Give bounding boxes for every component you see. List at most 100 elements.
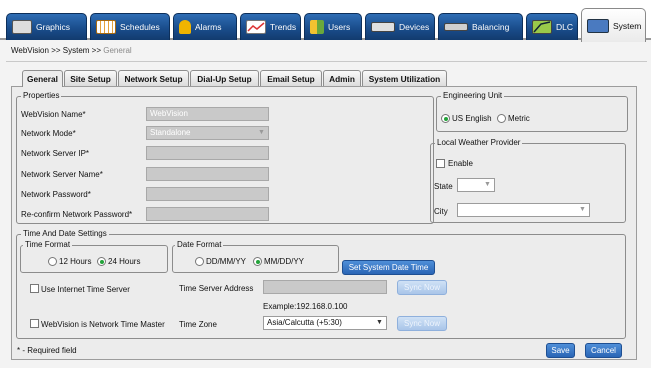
mmddyy-label: MM/DD/YY <box>264 257 304 266</box>
chevron-down-icon: ▼ <box>376 319 383 326</box>
24-hours-radio[interactable] <box>97 257 106 266</box>
tab-dlc[interactable]: DLC <box>526 13 578 40</box>
subtab-dialup-setup[interactable]: Dial-Up Setup <box>190 70 259 86</box>
tab-label: Graphics <box>36 22 71 32</box>
tab-users[interactable]: Users <box>304 13 362 40</box>
use-internet-time-label: Use Internet Time Server <box>41 285 130 294</box>
subtab-email-setup[interactable]: Email Setup <box>260 70 322 86</box>
tab-label: Trends <box>270 22 297 32</box>
subtab-label: Dial-Up Setup <box>197 73 252 84</box>
tab-label: Alarms <box>195 22 222 32</box>
state-select[interactable]: ▼ <box>457 178 495 192</box>
general-panel: Properties WebVision Name* WebVision Net… <box>11 86 637 360</box>
weather-group: Local Weather Provider Enable State ▼ Ci… <box>430 138 626 223</box>
chevron-down-icon: ▼ <box>258 129 265 136</box>
chevron-down-icon: ▼ <box>579 206 586 213</box>
network-time-master-checkbox[interactable] <box>30 319 39 328</box>
time-zone-select[interactable]: Asia/Calcutta (+5:30) ▼ <box>263 316 387 330</box>
tab-balancing[interactable]: Balancing <box>438 13 523 40</box>
12-hours-radio[interactable] <box>48 257 57 266</box>
chevron-down-icon: ▼ <box>484 181 491 188</box>
tab-system[interactable]: System <box>581 8 646 42</box>
breadcrumb-separator: >> <box>91 46 102 55</box>
device-icon <box>371 22 395 32</box>
ddmmyy-radio[interactable] <box>195 257 204 266</box>
date-format-group: Date Format DD/MM/YY MM/DD/YY <box>172 240 339 273</box>
reconfirm-password-input[interactable] <box>146 207 269 221</box>
trend-chart-icon <box>246 20 266 34</box>
subtab-admin[interactable]: Admin <box>323 70 361 86</box>
network-server-ip-input[interactable] <box>146 146 269 160</box>
time-zone-label: Time Zone <box>179 320 217 329</box>
time-server-address-input[interactable] <box>263 280 387 294</box>
weather-title: Local Weather Provider <box>435 138 523 148</box>
subtab-system-utilization[interactable]: System Utilization <box>362 70 447 86</box>
network-password-input[interactable] <box>146 187 269 201</box>
network-server-name-input[interactable] <box>146 167 269 181</box>
set-system-date-time-button[interactable]: Set System Date Time <box>342 260 435 275</box>
mmddyy-radio[interactable] <box>253 257 262 266</box>
tab-alarms[interactable]: Alarms <box>173 13 237 40</box>
time-date-group: Time And Date Settings Time Format 12 Ho… <box>16 229 626 339</box>
weather-enable-label: Enable <box>448 159 473 168</box>
breadcrumb-current: General <box>103 46 132 55</box>
breadcrumb-system[interactable]: System <box>63 46 90 55</box>
city-label: City <box>434 207 448 216</box>
required-field-note: * - Required field <box>17 346 77 355</box>
date-format-title: Date Format <box>175 240 224 250</box>
divider <box>6 61 647 62</box>
subtab-label: Site Setup <box>70 73 111 84</box>
ddmmyy-label: DD/MM/YY <box>206 257 246 266</box>
save-button[interactable]: Save <box>546 343 575 358</box>
sync-now-button-2[interactable]: Sync Now <box>397 316 447 331</box>
webvision-name-input[interactable]: WebVision <box>146 107 269 121</box>
tab-label: Users <box>328 22 351 32</box>
breadcrumb-webvision[interactable]: WebVision <box>11 46 49 55</box>
tab-schedules[interactable]: Schedules <box>90 13 170 40</box>
breadcrumb: WebVision >> System >> General <box>11 46 132 55</box>
network-password-label: Network Password* <box>21 190 91 199</box>
calendar-icon <box>96 20 116 34</box>
tab-trends[interactable]: Trends <box>240 13 301 40</box>
subtab-label: Network Setup <box>124 73 183 84</box>
properties-title: Properties <box>21 91 62 101</box>
metric-label: Metric <box>508 114 530 123</box>
us-english-radio[interactable] <box>441 114 450 123</box>
graphics-icon <box>12 20 32 34</box>
network-mode-label: Network Mode* <box>21 129 76 138</box>
subtab-label: General <box>27 74 58 84</box>
tab-label: DLC <box>556 22 574 32</box>
tab-graphics[interactable]: Graphics <box>6 13 87 40</box>
time-date-title: Time And Date Settings <box>21 229 109 239</box>
system-icon <box>587 18 609 33</box>
users-icon <box>310 20 324 34</box>
weather-enable-checkbox[interactable] <box>436 159 445 168</box>
engineering-unit-group: Engineering Unit US English Metric <box>436 91 628 132</box>
reconfirm-password-label: Re-confirm Network Password* <box>21 210 133 219</box>
us-english-label: US English <box>452 114 492 123</box>
balancing-icon <box>444 23 468 31</box>
network-server-name-label: Network Server Name* <box>21 170 103 179</box>
cancel-button[interactable]: Cancel <box>585 343 622 358</box>
properties-group: Properties WebVision Name* WebVision Net… <box>16 91 434 224</box>
subtab-label: Admin <box>329 73 355 84</box>
tab-label: Devices <box>399 22 430 32</box>
subtab-network-setup[interactable]: Network Setup <box>118 70 189 86</box>
time-format-title: Time Format <box>23 240 73 250</box>
alarm-bell-icon <box>179 20 191 34</box>
breadcrumb-separator: >> <box>51 46 61 55</box>
subtab-site-setup[interactable]: Site Setup <box>64 70 117 86</box>
city-select[interactable]: ▼ <box>457 203 590 217</box>
tab-label: Balancing <box>472 22 510 32</box>
time-server-address-label: Time Server Address <box>179 284 254 293</box>
tab-devices[interactable]: Devices <box>365 13 435 40</box>
network-time-master-label: WebVision is Network Time Master <box>41 320 165 329</box>
12-hours-label: 12 Hours <box>59 257 92 266</box>
sync-now-button[interactable]: Sync Now <box>397 280 447 295</box>
network-mode-select[interactable]: Standalone ▼ <box>146 126 269 140</box>
use-internet-time-checkbox[interactable] <box>30 284 39 293</box>
time-zone-value: Asia/Calcutta (+5:30) <box>267 318 342 327</box>
metric-radio[interactable] <box>497 114 506 123</box>
subtab-label: Email Setup <box>267 73 315 84</box>
subtab-general[interactable]: General <box>22 70 63 87</box>
